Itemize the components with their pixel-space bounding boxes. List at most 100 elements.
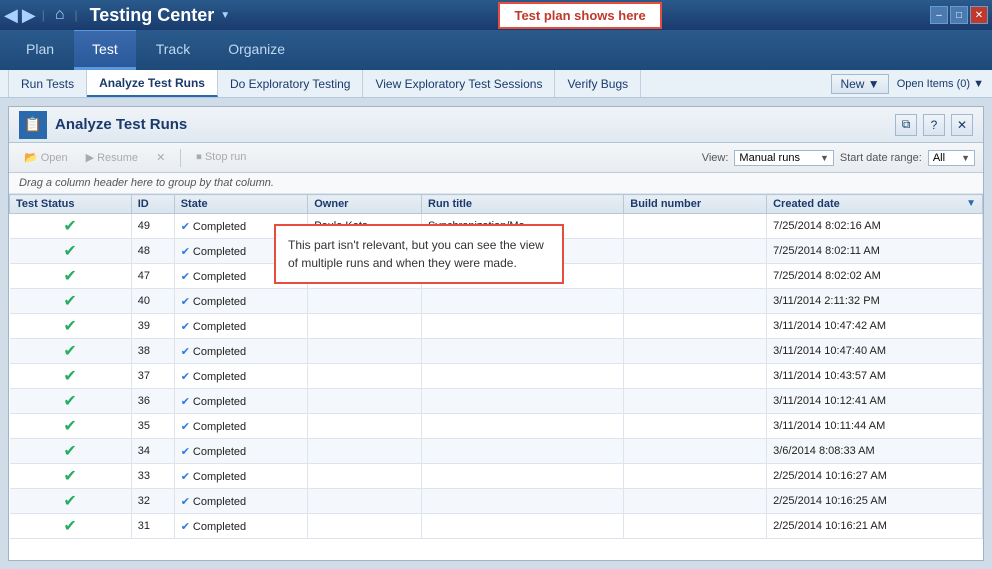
restore-button[interactable]: ⧉ [895, 114, 917, 136]
drag-hint: Drag a column header here to group by th… [9, 173, 983, 194]
col-id[interactable]: ID [131, 195, 174, 214]
view-select[interactable]: Manual runs ▼ [734, 150, 833, 166]
table-row[interactable]: ✔37✔Completed3/11/2014 10:43:57 AM [10, 364, 983, 389]
cell-status: ✔ [10, 389, 132, 414]
col-owner[interactable]: Owner [308, 195, 422, 214]
cell-created-date: 7/25/2014 8:02:02 AM [767, 264, 983, 289]
cell-owner [308, 314, 422, 339]
cell-status: ✔ [10, 339, 132, 364]
cell-id: 37 [131, 364, 174, 389]
secondary-navigation: Run Tests Analyze Test Runs Do Explorato… [0, 70, 992, 98]
cell-state: ✔Completed [174, 339, 308, 364]
cell-owner [308, 289, 422, 314]
cell-run-title [422, 339, 624, 364]
table-row[interactable]: ✔31✔Completed2/25/2014 10:16:21 AM [10, 514, 983, 539]
panel-header-controls: ⧉ ? ✕ [895, 114, 973, 136]
cell-state: ✔Completed [174, 364, 308, 389]
help-button[interactable]: ? [923, 114, 945, 136]
open-icon: 📂 [24, 151, 38, 164]
sec-nav-exploratory-testing[interactable]: Do Exploratory Testing [218, 70, 364, 97]
separator: | [42, 8, 45, 22]
cell-created-date: 2/25/2014 10:16:27 AM [767, 464, 983, 489]
col-created-date[interactable]: Created date ▼ [767, 195, 983, 214]
cell-owner [308, 439, 422, 464]
minimize-button[interactable]: – [930, 6, 948, 24]
cell-build-number [624, 364, 767, 389]
cell-created-date: 3/6/2014 8:08:33 AM [767, 439, 983, 464]
open-button[interactable]: 📂 Open [17, 148, 75, 167]
nav-test[interactable]: Test [74, 30, 136, 70]
cell-build-number [624, 439, 767, 464]
sec-nav-run-tests[interactable]: Run Tests [8, 70, 87, 97]
cell-state: ✔Completed [174, 439, 308, 464]
sec-nav-view-exploratory[interactable]: View Exploratory Test Sessions [363, 70, 555, 97]
stop-run-button[interactable]: ⏹ Stop run [189, 148, 253, 167]
cell-created-date: 7/25/2014 8:02:11 AM [767, 239, 983, 264]
nav-track[interactable]: Track [138, 30, 208, 70]
nav-organize[interactable]: Organize [210, 30, 303, 70]
cell-run-title [422, 289, 624, 314]
window-close-button[interactable]: ✕ [970, 6, 988, 24]
cell-owner [308, 389, 422, 414]
table-row[interactable]: ✔33✔Completed2/25/2014 10:16:27 AM [10, 464, 983, 489]
cell-build-number [624, 464, 767, 489]
sec-nav-analyze-test-runs[interactable]: Analyze Test Runs [87, 70, 218, 97]
cell-run-title [422, 364, 624, 389]
cell-status: ✔ [10, 489, 132, 514]
col-state[interactable]: State [174, 195, 308, 214]
cell-created-date: 3/11/2014 10:12:41 AM [767, 389, 983, 414]
cell-id: 35 [131, 414, 174, 439]
cell-id: 38 [131, 339, 174, 364]
forward-button[interactable]: ▶ [22, 5, 36, 26]
table-container[interactable]: Test Status ID State Owner Run title Bui… [9, 194, 983, 560]
window-controls: – □ ✕ [930, 6, 988, 24]
secondary-nav-right: New ▼ Open Items (0) ▼ [831, 74, 984, 94]
cell-state: ✔Completed [174, 489, 308, 514]
cell-created-date: 2/25/2014 10:16:25 AM [767, 489, 983, 514]
cell-build-number [624, 489, 767, 514]
cell-state: ✔Completed [174, 314, 308, 339]
date-select-arrow: ▼ [961, 153, 970, 163]
separator2: | [74, 8, 77, 22]
table-row[interactable]: ✔34✔Completed3/6/2014 8:08:33 AM [10, 439, 983, 464]
cell-id: 47 [131, 264, 174, 289]
view-select-arrow: ▼ [820, 153, 829, 163]
cell-state: ✔Completed [174, 414, 308, 439]
cell-created-date: 7/25/2014 8:02:16 AM [767, 214, 983, 239]
back-button[interactable]: ◀ [4, 5, 18, 26]
maximize-button[interactable]: □ [950, 6, 968, 24]
cell-build-number [624, 289, 767, 314]
cell-id: 39 [131, 314, 174, 339]
sec-nav-verify-bugs[interactable]: Verify Bugs [555, 70, 641, 97]
table-row[interactable]: ✔36✔Completed3/11/2014 10:12:41 AM [10, 389, 983, 414]
table-row[interactable]: ✔39✔Completed3/11/2014 10:47:42 AM [10, 314, 983, 339]
table-row[interactable]: ✔35✔Completed3/11/2014 10:11:44 AM [10, 414, 983, 439]
title-dropdown[interactable]: ▼ [220, 10, 230, 21]
col-build-number[interactable]: Build number [624, 195, 767, 214]
date-range-select[interactable]: All ▼ [928, 150, 975, 166]
cell-status: ✔ [10, 364, 132, 389]
col-test-status[interactable]: Test Status [10, 195, 132, 214]
cell-owner [308, 464, 422, 489]
table-row[interactable]: ✔40✔Completed3/11/2014 2:11:32 PM [10, 289, 983, 314]
nav-plan[interactable]: Plan [8, 30, 72, 70]
cell-run-title [422, 414, 624, 439]
open-items-button[interactable]: Open Items (0) ▼ [897, 78, 984, 90]
col-run-title[interactable]: Run title [422, 195, 624, 214]
cell-build-number [624, 514, 767, 539]
cell-build-number [624, 314, 767, 339]
top-navigation: Plan Test Track Organize [0, 30, 992, 70]
close-panel-button[interactable]: ✕ [951, 114, 973, 136]
cell-id: 49 [131, 214, 174, 239]
resume-button[interactable]: ▶ Resume [79, 148, 145, 167]
new-button[interactable]: New ▼ [831, 74, 888, 94]
table-row[interactable]: ✔38✔Completed3/11/2014 10:47:40 AM [10, 339, 983, 364]
home-button[interactable]: ⌂ [51, 6, 69, 24]
delete-button[interactable]: ✕ [149, 148, 172, 167]
cell-id: 40 [131, 289, 174, 314]
cell-state: ✔Completed [174, 289, 308, 314]
table-row[interactable]: ✔32✔Completed2/25/2014 10:16:25 AM [10, 489, 983, 514]
cell-status: ✔ [10, 514, 132, 539]
cell-owner [308, 489, 422, 514]
cell-status: ✔ [10, 314, 132, 339]
